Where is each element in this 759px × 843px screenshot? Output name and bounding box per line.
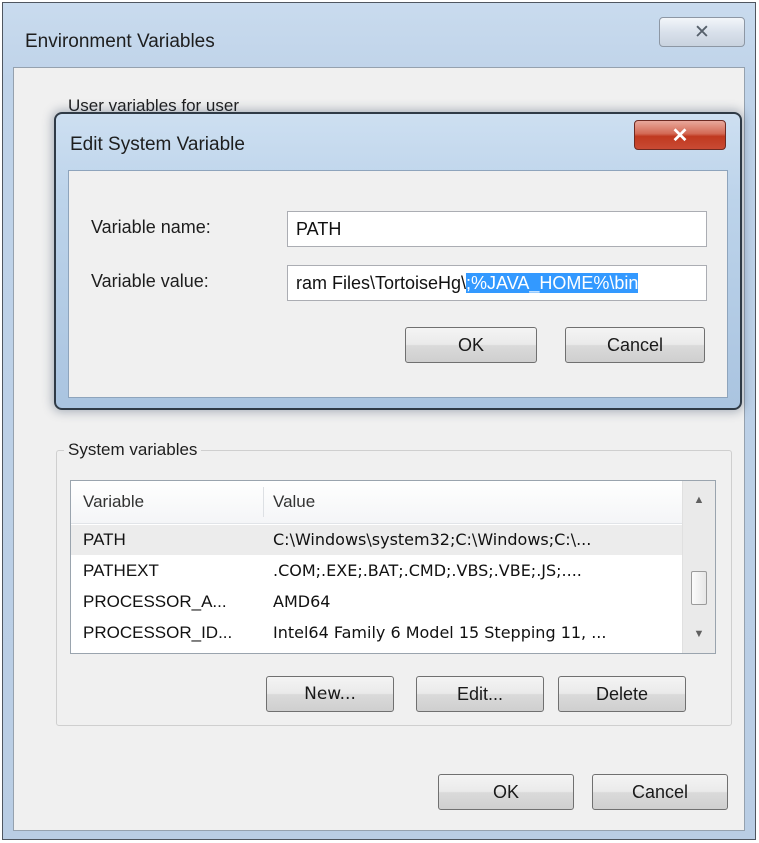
variable-name-field[interactable]: PATH bbox=[287, 211, 707, 247]
value-text: ram Files\TortoiseHg\ bbox=[296, 273, 467, 293]
selected-text: ;%JAVA_HOME%\bin bbox=[466, 273, 639, 293]
variable-value-label: Variable value: bbox=[91, 271, 209, 291]
variable-name-label: Variable name: bbox=[91, 217, 211, 237]
column-header-variable[interactable]: Variable bbox=[83, 481, 144, 523]
variable-cell: PROCESSOR_A... bbox=[83, 592, 227, 611]
variable-cell: PROCESSOR_ID... bbox=[83, 623, 233, 642]
dialog-close-button[interactable]: ✕ bbox=[634, 120, 726, 150]
delete-variable-button[interactable]: Delete bbox=[558, 676, 686, 712]
table-row[interactable]: PATH C:\Windows\system32;C:\Windows;C:\.… bbox=[71, 525, 683, 555]
value-cell: AMD64 bbox=[273, 592, 331, 611]
close-icon: ✕ bbox=[694, 21, 710, 43]
column-divider[interactable] bbox=[263, 487, 264, 517]
scroll-down-icon[interactable]: ▼ bbox=[683, 619, 715, 649]
ok-button[interactable]: OK bbox=[438, 774, 574, 810]
system-variables-title: System variables bbox=[64, 440, 202, 460]
value-cell: Intel64 Family 6 Model 15 Stepping 11, .… bbox=[273, 623, 607, 642]
dialog-title: Edit System Variable bbox=[70, 134, 245, 155]
window-title: Environment Variables bbox=[25, 31, 215, 52]
table-row[interactable]: PROCESSOR_ID... Intel64 Family 6 Model 1… bbox=[71, 618, 683, 648]
dialog-cancel-button[interactable]: Cancel bbox=[565, 327, 705, 363]
cancel-button[interactable]: Cancel bbox=[592, 774, 728, 810]
value-cell: C:\Windows\system32;C:\Windows;C:\... bbox=[273, 530, 592, 549]
vertical-scrollbar[interactable]: ▲ ▼ bbox=[682, 481, 715, 653]
dialog-client-area: Variable name: PATH Variable value: ram … bbox=[68, 170, 728, 398]
variable-value-field[interactable]: ram Files\TortoiseHg\;%JAVA_HOME%\bin bbox=[287, 265, 707, 301]
variable-cell: PATH bbox=[83, 530, 126, 549]
outer-close-button[interactable]: ✕ bbox=[659, 17, 745, 47]
table-row[interactable]: PROCESSOR_A... AMD64 bbox=[71, 587, 683, 617]
value-cell: .COM;.EXE;.BAT;.CMD;.VBS;.VBE;.JS;.... bbox=[273, 561, 582, 580]
column-header-value[interactable]: Value bbox=[273, 481, 315, 523]
variable-cell: PATHEXT bbox=[83, 561, 159, 580]
table-row[interactable]: PATHEXT .COM;.EXE;.BAT;.CMD;.VBS;.VBE;.J… bbox=[71, 556, 683, 586]
list-header: Variable Value bbox=[71, 481, 683, 524]
scroll-up-icon[interactable]: ▲ bbox=[683, 485, 715, 515]
system-variables-list[interactable]: Variable Value PATH C:\Windows\system32;… bbox=[70, 480, 716, 654]
edit-variable-button[interactable]: Edit... bbox=[416, 676, 544, 712]
close-icon: ✕ bbox=[671, 124, 689, 147]
new-variable-button[interactable]: New... bbox=[266, 676, 394, 712]
scrollbar-thumb[interactable] bbox=[691, 571, 707, 605]
dialog-ok-button[interactable]: OK bbox=[405, 327, 537, 363]
edit-system-variable-dialog: Edit System Variable ✕ Variable name: PA… bbox=[54, 112, 742, 410]
